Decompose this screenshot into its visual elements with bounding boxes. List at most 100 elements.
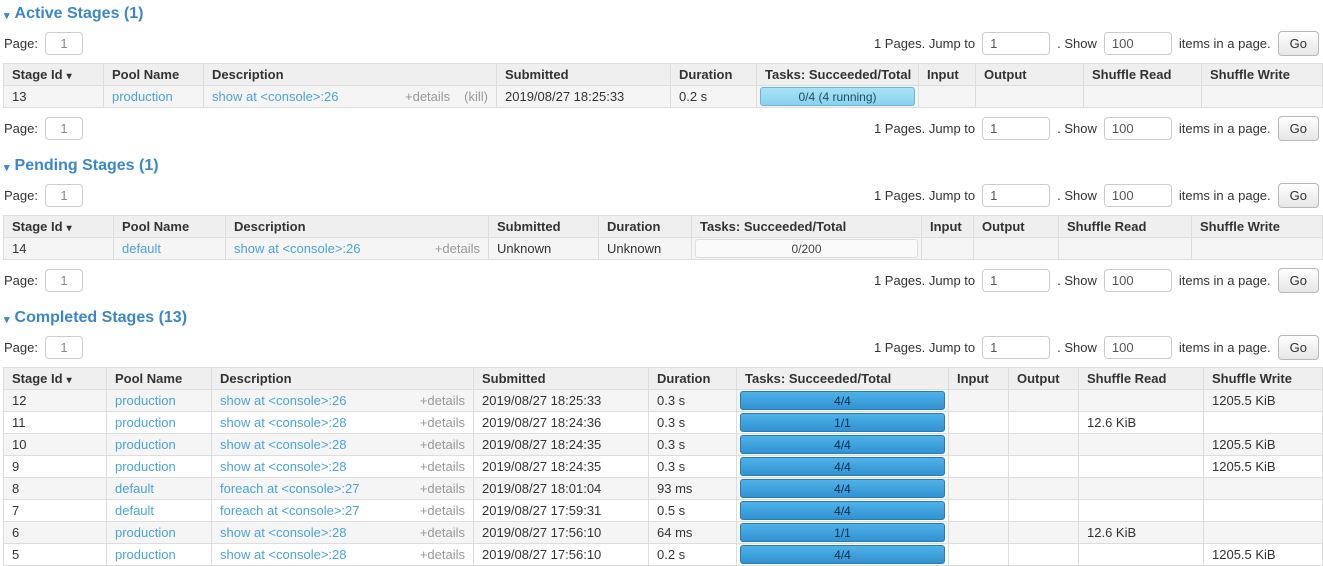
column-header-pool-name[interactable]: Pool Name [114, 216, 226, 238]
column-header-stage-id[interactable]: Stage Id▾ [4, 64, 104, 86]
details-toggle[interactable]: +details [420, 503, 465, 518]
column-header-input[interactable]: Input [919, 64, 976, 86]
shuffle-read-cell [1079, 456, 1204, 478]
column-header-shuffle-read[interactable]: Shuffle Read [1079, 368, 1204, 390]
stage-description-link[interactable]: foreach at <console>:27 [220, 503, 360, 518]
jump-to-page-input[interactable] [982, 336, 1050, 359]
column-header-shuffle-read[interactable]: Shuffle Read [1059, 216, 1192, 238]
input-cell [949, 456, 1009, 478]
items-per-page-input[interactable] [1104, 336, 1172, 359]
column-header-description[interactable]: Description [204, 64, 497, 86]
items-per-page-input[interactable] [1104, 32, 1172, 55]
column-header-duration[interactable]: Duration [649, 368, 737, 390]
stage-description-link[interactable]: show at <console>:28 [220, 525, 346, 540]
page-number-input[interactable] [45, 336, 83, 359]
column-header-submitted[interactable]: Submitted [497, 64, 671, 86]
section-title: Pending Stages (1) [15, 157, 159, 175]
column-header-submitted[interactable]: Submitted [489, 216, 599, 238]
column-header-output[interactable]: Output [974, 216, 1059, 238]
pool-name-link[interactable]: default [115, 481, 154, 496]
items-per-page-input[interactable] [1104, 184, 1172, 207]
details-toggle[interactable]: +details [420, 437, 465, 452]
task-progress-bar: 4/4 [740, 435, 945, 454]
stage-description-link[interactable]: show at <console>:26 [234, 241, 360, 256]
tasks-progress-cell: 4/4 [737, 478, 949, 500]
column-header-duration[interactable]: Duration [671, 64, 757, 86]
items-per-page-input[interactable] [1104, 269, 1172, 292]
go-button[interactable]: Go [1278, 183, 1319, 208]
column-header-duration[interactable]: Duration [599, 216, 692, 238]
column-header-stage-id[interactable]: Stage Id▾ [4, 216, 114, 238]
go-button[interactable]: Go [1278, 31, 1319, 56]
pool-name-link[interactable]: production [115, 393, 176, 408]
input-cell [949, 412, 1009, 434]
details-toggle[interactable]: +details [420, 415, 465, 430]
details-toggle[interactable]: +details [420, 525, 465, 540]
details-toggle[interactable]: +details [420, 393, 465, 408]
column-header-tasks[interactable]: Tasks: Succeeded/Total [692, 216, 922, 238]
column-header-pool-name[interactable]: Pool Name [104, 64, 204, 86]
jump-to-page-input[interactable] [982, 32, 1050, 55]
column-header-shuffle-write[interactable]: Shuffle Write [1204, 368, 1323, 390]
page-number-input[interactable] [45, 184, 83, 207]
page-number-input[interactable] [45, 32, 83, 55]
stage-description-link[interactable]: show at <console>:26 [220, 393, 346, 408]
jump-to-page-input[interactable] [982, 269, 1050, 292]
stage-description-link[interactable]: foreach at <console>:27 [220, 481, 360, 496]
column-header-shuffle-read[interactable]: Shuffle Read [1084, 64, 1202, 86]
jump-to-page-input[interactable] [982, 184, 1050, 207]
section-heading-pending-stages[interactable]: ▾ Pending Stages (1) [4, 157, 1321, 175]
stage-description-link[interactable]: show at <console>:28 [220, 415, 346, 430]
column-header-submitted[interactable]: Submitted [474, 368, 649, 390]
column-header-pool-name[interactable]: Pool Name [107, 368, 212, 390]
pool-name-link[interactable]: production [115, 415, 176, 430]
column-header-tasks[interactable]: Tasks: Succeeded/Total [737, 368, 949, 390]
duration-cell: 0.3 s [649, 456, 737, 478]
pool-name-link[interactable]: production [115, 525, 176, 540]
pool-name-link[interactable]: default [122, 241, 161, 256]
page-number-input[interactable] [45, 269, 83, 292]
column-header-output[interactable]: Output [1009, 368, 1079, 390]
items-per-page-input[interactable] [1104, 117, 1172, 140]
page-number-input[interactable] [45, 117, 83, 140]
shuffle-write-cell [1204, 478, 1323, 500]
stage-description-link[interactable]: show at <console>:28 [220, 547, 346, 562]
submitted-cell: 2019/08/27 18:24:35 [474, 456, 649, 478]
go-button[interactable]: Go [1278, 335, 1319, 360]
show-label: . Show [1057, 121, 1097, 136]
details-toggle[interactable]: +details [405, 89, 450, 104]
pool-name-link[interactable]: default [115, 503, 154, 518]
column-header-stage-id[interactable]: Stage Id▾ [4, 368, 107, 390]
column-header-input[interactable]: Input [922, 216, 974, 238]
stage-description-link[interactable]: show at <console>:28 [220, 459, 346, 474]
output-cell [1009, 456, 1079, 478]
column-header-input[interactable]: Input [949, 368, 1009, 390]
column-header-shuffle-write[interactable]: Shuffle Write [1192, 216, 1323, 238]
task-progress-bar: 4/4 [740, 545, 945, 564]
pool-name-link[interactable]: production [115, 437, 176, 452]
jump-to-page-input[interactable] [982, 117, 1050, 140]
pool-name-cell: production [107, 456, 212, 478]
section-heading-completed-stages[interactable]: ▾ Completed Stages (13) [4, 309, 1321, 327]
tasks-progress-cell: 1/1 [737, 412, 949, 434]
details-toggle[interactable]: +details [420, 481, 465, 496]
details-toggle[interactable]: +details [435, 241, 480, 256]
column-header-shuffle-write[interactable]: Shuffle Write [1202, 64, 1323, 86]
stage-description-link[interactable]: show at <console>:28 [220, 437, 346, 452]
go-button[interactable]: Go [1278, 268, 1319, 293]
kill-link[interactable]: (kill) [464, 89, 488, 104]
column-header-description[interactable]: Description [226, 216, 489, 238]
column-header-description[interactable]: Description [212, 368, 474, 390]
go-button[interactable]: Go [1278, 116, 1319, 141]
pool-name-link[interactable]: production [112, 89, 173, 104]
tasks-progress-cell: 0/200 [692, 238, 922, 260]
stage-description-link[interactable]: show at <console>:26 [212, 89, 338, 104]
details-toggle[interactable]: +details [420, 547, 465, 562]
pool-name-link[interactable]: production [115, 547, 176, 562]
column-header-output[interactable]: Output [976, 64, 1084, 86]
section-heading-active-stages[interactable]: ▾ Active Stages (1) [4, 5, 1321, 23]
pool-name-link[interactable]: production [115, 459, 176, 474]
column-header-tasks[interactable]: Tasks: Succeeded/Total [757, 64, 919, 86]
output-cell [1009, 412, 1079, 434]
details-toggle[interactable]: +details [420, 459, 465, 474]
